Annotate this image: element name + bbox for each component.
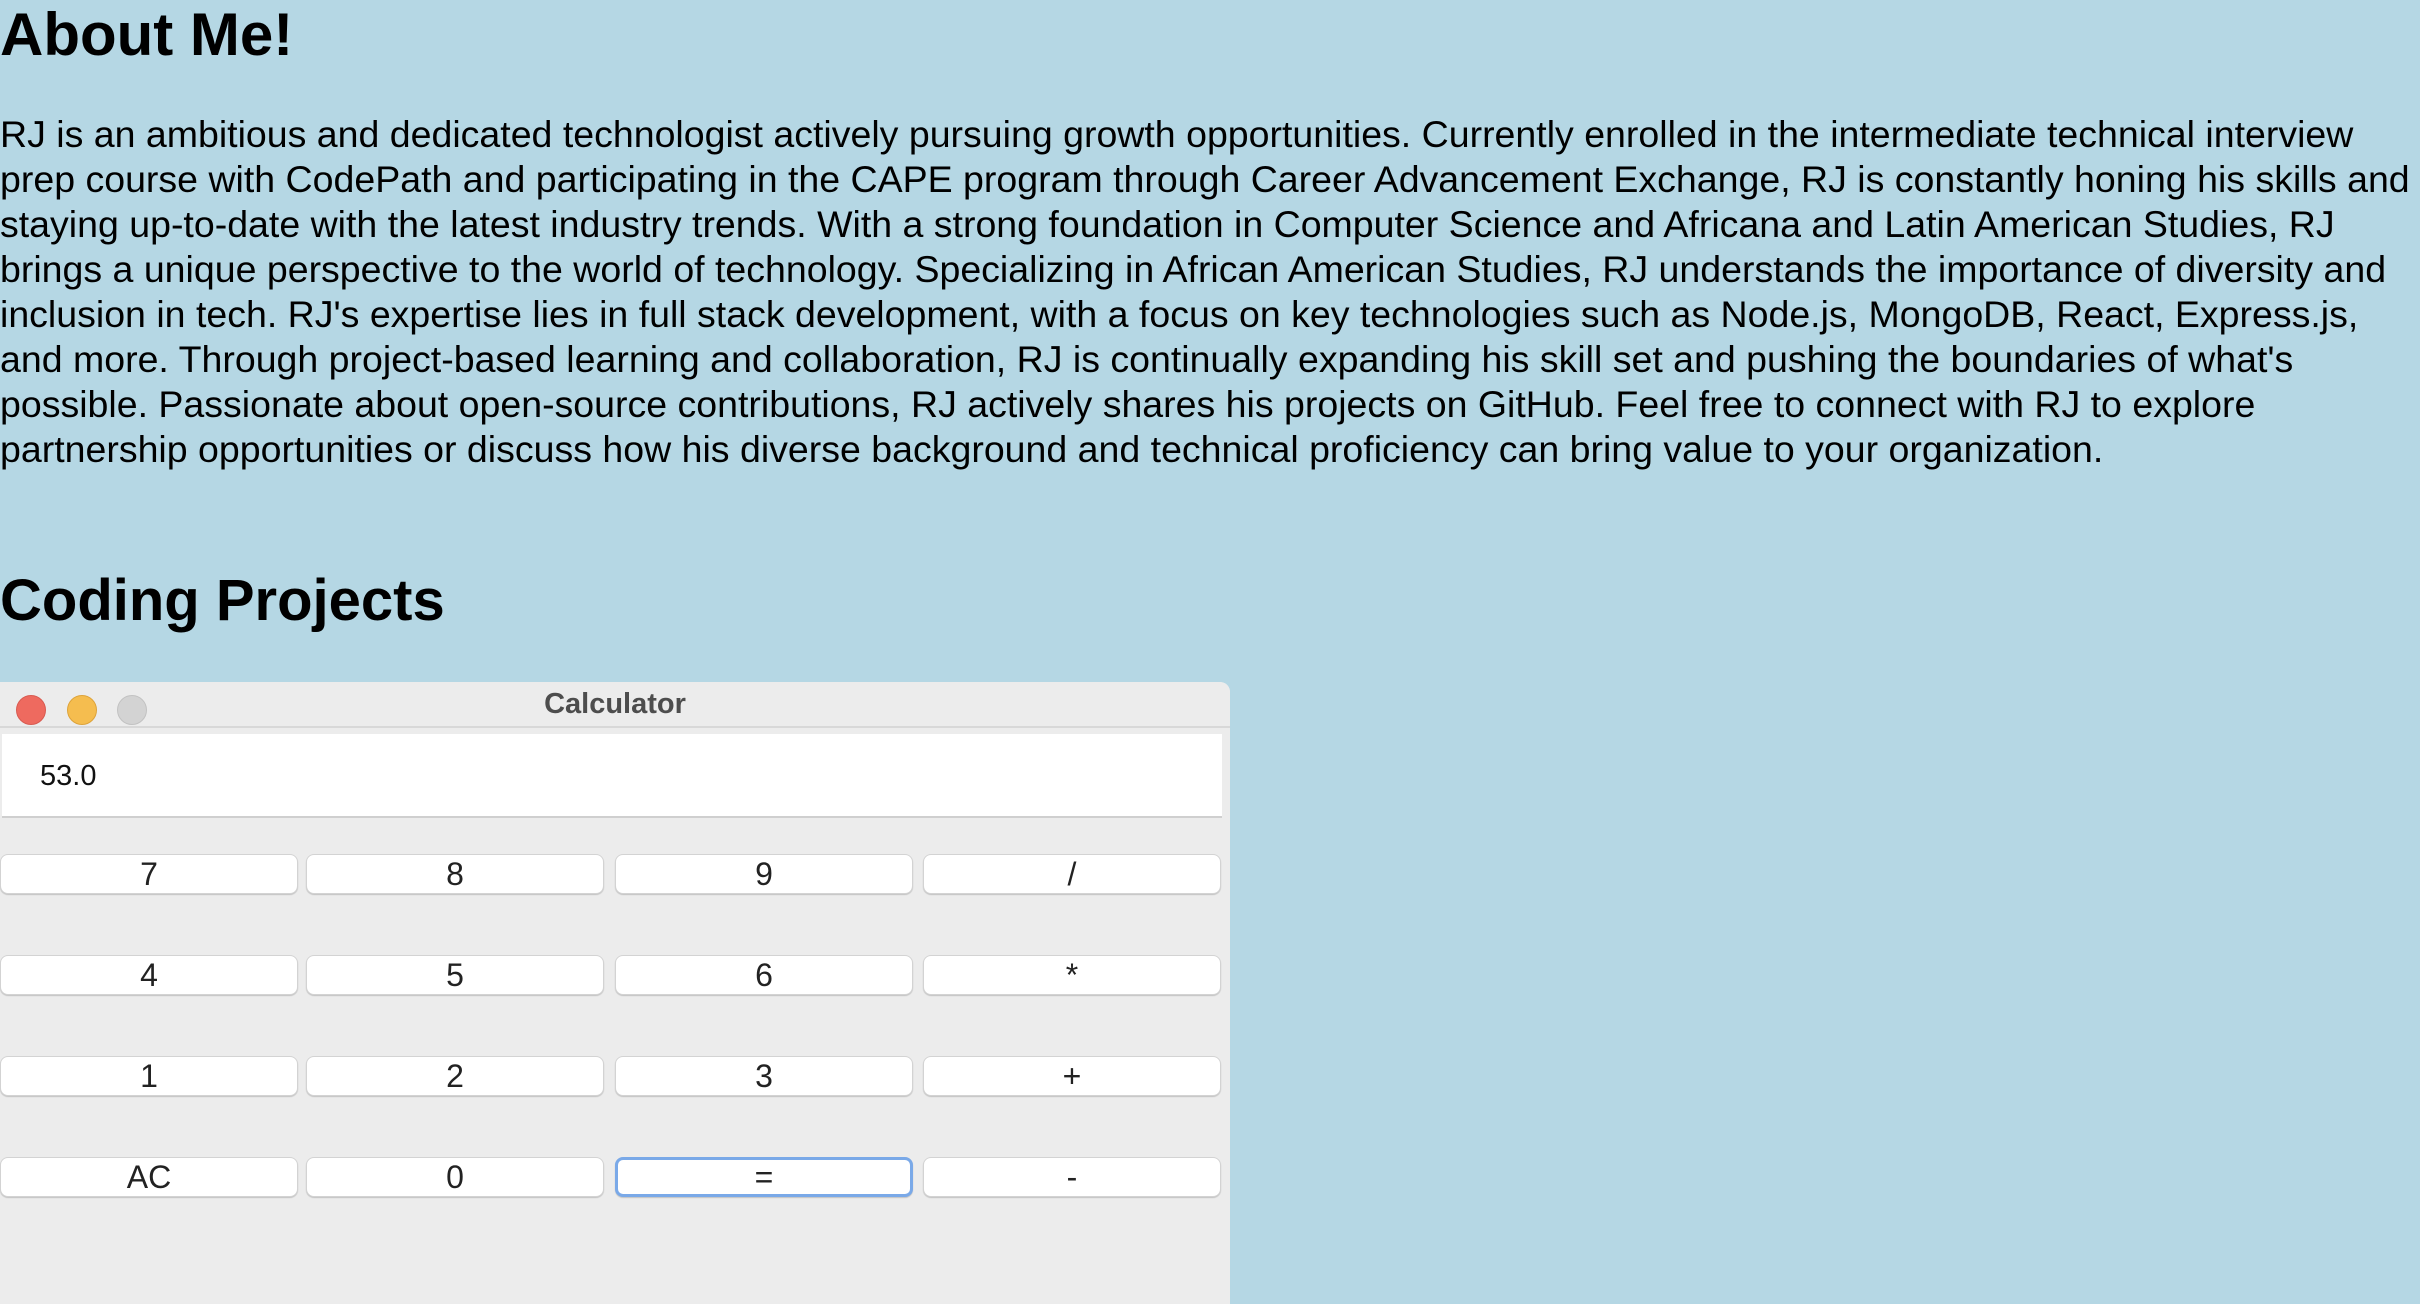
all-clear-button[interactable]: AC: [0, 1157, 298, 1197]
about-heading: About Me!: [0, 1, 294, 68]
divide-button[interactable]: /: [923, 854, 1221, 894]
key-7-button[interactable]: 7: [0, 854, 298, 894]
key-1-button[interactable]: 1: [0, 1056, 298, 1096]
key-2-button[interactable]: 2: [306, 1056, 604, 1096]
calculator-window: Calculator 53.0 7 8 9 / 4 5 6 * 1 2 3 + …: [0, 682, 1230, 1304]
multiply-button[interactable]: *: [923, 955, 1221, 995]
key-4-button[interactable]: 4: [0, 955, 298, 995]
key-9-button[interactable]: 9: [615, 854, 913, 894]
projects-heading: Coding Projects: [0, 568, 445, 633]
key-3-button[interactable]: 3: [615, 1056, 913, 1096]
key-8-button[interactable]: 8: [306, 854, 604, 894]
about-bio: RJ is an ambitious and dedicated technol…: [0, 113, 2410, 470]
key-6-button[interactable]: 6: [615, 955, 913, 995]
window-title: Calculator: [544, 688, 686, 720]
subtract-button[interactable]: -: [923, 1157, 1221, 1197]
window-titlebar[interactable]: Calculator: [0, 682, 1230, 728]
equals-button[interactable]: =: [615, 1157, 913, 1197]
calculator-display[interactable]: 53.0: [2, 734, 1222, 818]
add-button[interactable]: +: [923, 1056, 1221, 1096]
key-5-button[interactable]: 5: [306, 955, 604, 995]
key-0-button[interactable]: 0: [306, 1157, 604, 1197]
